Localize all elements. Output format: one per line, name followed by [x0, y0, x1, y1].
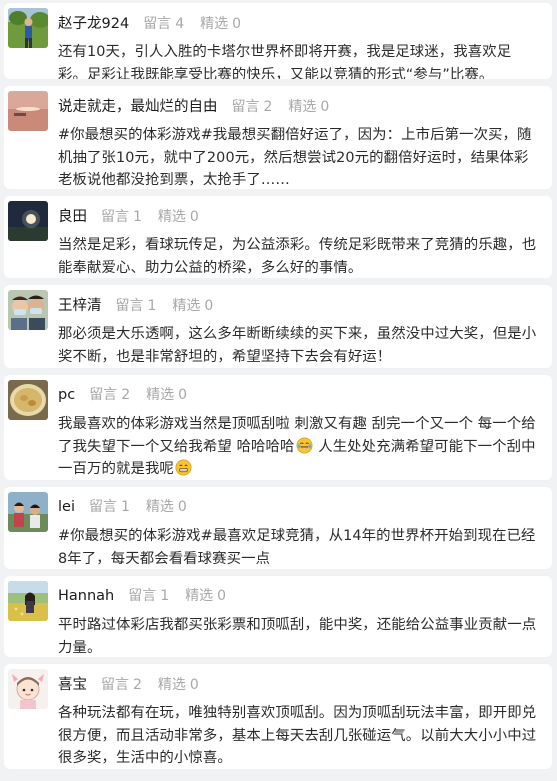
selected-stat: 精选 0	[172, 298, 214, 314]
commenter-name[interactable]: Hannah 留言 1 精选 0	[58, 585, 242, 605]
selected-stat: 精选 0	[288, 99, 330, 115]
leave-message-stat: 留言 1	[88, 499, 130, 515]
leave-message-stat: 留言 1	[115, 298, 157, 314]
avatar[interactable]	[8, 581, 48, 621]
leave-message-stat: 留言 1	[101, 209, 142, 225]
avatar[interactable]	[8, 492, 48, 532]
commenter-name[interactable]: 赵子龙924 留言 4 精选 0	[58, 12, 257, 33]
selected-stat: 精选 0	[185, 588, 227, 604]
selected-stat: 精选 0	[200, 16, 242, 32]
selected-stat: 精选 0	[157, 209, 199, 225]
avatar[interactable]	[8, 91, 48, 131]
commenter-name[interactable]: lei 留言 1 精选 0	[58, 496, 203, 516]
commenter-name[interactable]: 喜宝 留言 2 精选 0	[58, 673, 215, 694]
leave-message-stat: 留言 2	[89, 387, 131, 403]
comment-card: 喜宝 留言 2 精选 0 各种玩法都有在玩，唯独特别喜欢顶呱刮。因为顶呱刮玩法丰富，即开…	[4, 664, 552, 769]
comment-card: 良田 留言 1 精选 0 当然是足彩，看球玩传足，为公益添彩。传统足彩既带来了竞猜的乐趣…	[4, 196, 552, 278]
commenter-name[interactable]: 王梓清 留言 1 精选 0	[58, 294, 229, 315]
grinning-emoji-icon	[175, 459, 192, 476]
comment-card: 王梓清 留言 1 精选 0 那必须是大乐透啊，这么多年断断续续的买下来，虽然没中过大奖，…	[4, 285, 552, 368]
comment-card: Hannah 留言 1 精选 0 平时路过体彩店我都买张彩票和顶呱刮，能中奖，还能给公益…	[4, 576, 552, 657]
laughing-tears-emoji-icon	[296, 437, 313, 453]
leave-message-stat: 留言 2	[101, 677, 142, 693]
avatar[interactable]	[8, 380, 48, 420]
avatar[interactable]	[8, 669, 48, 709]
leave-message-stat: 留言 1	[128, 588, 170, 604]
selected-stat: 精选 0	[146, 387, 188, 403]
commenter-name[interactable]: 良田 留言 1 精选 0	[58, 205, 215, 226]
selected-stat: 精选 0	[145, 499, 187, 515]
commenter-name[interactable]: 说走就走，最灿烂的自由 留言 2 精选 0	[58, 95, 345, 116]
leave-message-stat: 留言 2	[231, 99, 273, 115]
comment-card: lei 留言 1 精选 0 #你最想买的体彩游戏#最喜欢足球竞猜，从14年的世界杯开始到…	[4, 487, 552, 569]
comment-card: 说走就走，最灿烂的自由 留言 2 精选 0 #你最想买的体彩游戏#我最想买翻倍好运了，因…	[4, 86, 552, 189]
comment-card: 赵子龙924 留言 4 精选 0 还有10天，引人入胜的卡塔尔世界杯即将开赛，我是足球迷…	[4, 3, 552, 79]
leave-message-stat: 留言 4	[143, 16, 185, 32]
comment-card: pc 留言 2 精选 0 我最喜欢的体彩游戏当然是顶呱刮啦 刺激又有趣 刮完一个又一个 …	[4, 375, 552, 480]
comment-list: 赵子龙924 留言 4 精选 0 还有10天，引人入胜的卡塔尔世界杯即将开赛，我是足球迷…	[0, 3, 557, 781]
avatar[interactable]	[8, 290, 48, 330]
avatar[interactable]	[8, 201, 48, 241]
avatar[interactable]	[8, 8, 48, 48]
commenter-name[interactable]: pc 留言 2 精选 0	[58, 384, 203, 404]
selected-stat: 精选 0	[157, 677, 199, 693]
